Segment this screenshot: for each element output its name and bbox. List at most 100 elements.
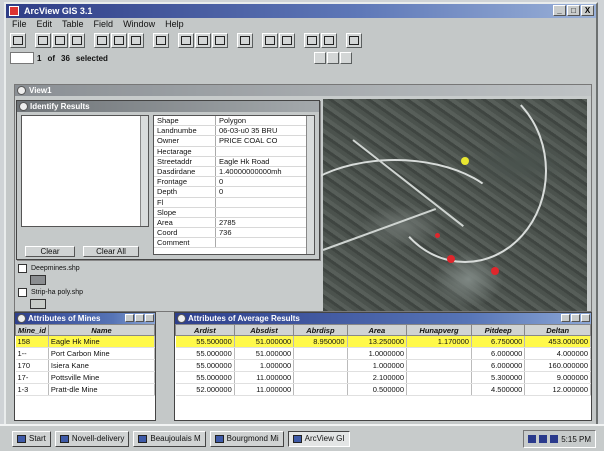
- clock[interactable]: 5:15 PM: [561, 435, 591, 444]
- legend-item[interactable]: Deepmines.shp: [18, 262, 112, 274]
- close-button[interactable]: [581, 314, 590, 322]
- identify-titlebar[interactable]: Identify Results: [17, 101, 319, 112]
- query-icon[interactable]: [178, 33, 194, 48]
- attributes-table-titlebar[interactable]: Attributes of Mines: [15, 313, 155, 324]
- column-header[interactable]: Abrdisp: [293, 324, 348, 336]
- clear-button[interactable]: Clear: [25, 246, 75, 257]
- layer-visibility-checkbox[interactable]: [18, 263, 27, 273]
- minimize-button[interactable]: _: [553, 5, 566, 16]
- attribute-row[interactable]: Dasdirdane 1.40000000000mh: [154, 166, 314, 178]
- close-button[interactable]: [145, 314, 154, 322]
- table-row[interactable]: 1-- Port Carbon Mine: [15, 347, 155, 360]
- save-icon[interactable]: [10, 33, 26, 48]
- statistics-icon[interactable]: [262, 33, 278, 48]
- column-header[interactable]: Absdist: [233, 324, 295, 336]
- table-row[interactable]: 55.000000 11.000000 2.100000 5.300000 9.0000…: [175, 371, 591, 384]
- identify-tool-icon[interactable]: [326, 52, 339, 64]
- paste-icon[interactable]: [153, 33, 169, 48]
- summarize-icon[interactable]: [279, 33, 295, 48]
- pointer-tool-icon[interactable]: [313, 52, 326, 64]
- table-row[interactable]: 55.500000 51.000000 8.950000 13.250000 1.170…: [175, 335, 591, 348]
- add-table-icon[interactable]: [35, 33, 51, 48]
- table-row[interactable]: 52.000000 11.000000 0.500000 4.500000 12.000…: [175, 383, 591, 396]
- average-results-titlebar[interactable]: Attributes of Average Results: [175, 313, 591, 324]
- table-row[interactable]: 17- Pottsville Mine: [15, 371, 155, 384]
- chart-icon[interactable]: [304, 33, 320, 48]
- column-header[interactable]: Ardist: [175, 324, 235, 336]
- list-scrollbar[interactable]: [140, 116, 148, 226]
- taskbar-button[interactable]: Bourgmond Mi: [209, 430, 284, 447]
- map-point-red[interactable]: [435, 233, 440, 238]
- attribute-row[interactable]: Shape Polygon: [154, 116, 314, 127]
- layer-visibility-checkbox[interactable]: [18, 287, 27, 297]
- column-header[interactable]: Hunapverg: [406, 324, 472, 336]
- mine-id-cell: 1--: [15, 347, 49, 360]
- column-header[interactable]: Mine_id: [15, 324, 49, 336]
- map-point-yellow[interactable]: [461, 157, 469, 165]
- attribute-row[interactable]: Streetaddr Eagle Hk Road: [154, 156, 314, 167]
- table-row[interactable]: 55.000000 1.000000 1.000000 6.000000 160.000…: [175, 359, 591, 372]
- table-row[interactable]: 55.000000 51.000000 1.0000000 6.000000 4.000…: [175, 347, 591, 360]
- clear-all-button[interactable]: Clear All: [83, 246, 139, 257]
- tray-app-icon[interactable]: [550, 435, 559, 443]
- average-results-table: Ardist Absdist Abrdisp Area Hunapverg Pitdeep…: [175, 324, 591, 396]
- map-point-red[interactable]: [447, 255, 455, 263]
- maximize-button[interactable]: [135, 314, 144, 322]
- properties-icon[interactable]: [52, 33, 68, 48]
- maximize-button[interactable]: [571, 314, 580, 322]
- copy-icon[interactable]: [128, 33, 144, 48]
- menu-field[interactable]: Field: [94, 18, 114, 30]
- column-header[interactable]: Pitdeep: [470, 324, 526, 336]
- identify-attribute-list[interactable]: Shape Polygon Landnumbe 06-03-u0 35 BRU Owne…: [153, 115, 315, 255]
- print-icon[interactable]: [94, 33, 110, 48]
- attribute-row[interactable]: Hectarage: [154, 146, 314, 157]
- attribute-scrollbar[interactable]: [306, 116, 314, 254]
- attribute-row[interactable]: Area 2785: [154, 217, 314, 229]
- attribute-row[interactable]: Owner PRICE COAL CO: [154, 136, 314, 147]
- promote-icon[interactable]: [212, 33, 228, 48]
- menu-window[interactable]: Window: [123, 18, 155, 30]
- column-header[interactable]: Name: [47, 324, 155, 336]
- help-icon[interactable]: [346, 33, 362, 48]
- attribute-row[interactable]: Fl: [154, 197, 314, 208]
- average-results-window: Attributes of Average Results Ardist Absd…: [174, 312, 592, 421]
- taskbar-button[interactable]: ArcView GI: [287, 430, 350, 447]
- taskbar-button[interactable]: Novell-delivery: [54, 430, 130, 447]
- network-icon[interactable]: [539, 435, 548, 443]
- menu-help[interactable]: Help: [165, 18, 184, 30]
- cut-icon[interactable]: [111, 33, 127, 48]
- layout-icon[interactable]: [321, 33, 337, 48]
- minimize-button[interactable]: [125, 314, 134, 322]
- menu-edit[interactable]: Edit: [37, 18, 53, 30]
- attribute-row[interactable]: Comment: [154, 238, 314, 249]
- map-canvas[interactable]: [283, 85, 587, 311]
- map-point-red[interactable]: [491, 267, 499, 275]
- app-titlebar[interactable]: ArcView GIS 3.1 _ □ X: [6, 4, 596, 18]
- taskbar-button[interactable]: Beaujoulais M: [133, 430, 206, 447]
- minimize-button[interactable]: [561, 314, 570, 322]
- table-cell: 13.250000: [347, 335, 408, 348]
- table-row[interactable]: 170 Isiera Kane: [15, 359, 155, 372]
- speaker-icon[interactable]: [528, 435, 537, 443]
- attribute-row[interactable]: Landnumbe 06-03-u0 35 BRU: [154, 126, 314, 137]
- attribute-row[interactable]: Frontage 0: [154, 177, 314, 188]
- identify-feature-list[interactable]: [21, 115, 149, 227]
- maximize-button[interactable]: □: [567, 5, 580, 16]
- menu-table[interactable]: Table: [62, 18, 84, 30]
- attribute-key: Landnumbe: [154, 126, 216, 136]
- column-header[interactable]: Area: [346, 324, 408, 336]
- column-header[interactable]: Deltan: [524, 324, 591, 336]
- table-icon[interactable]: [69, 33, 85, 48]
- sort-ascending-icon[interactable]: [237, 33, 253, 48]
- table-row[interactable]: 1-3 Pratt-dle Mine: [15, 383, 155, 396]
- close-button[interactable]: X: [581, 5, 594, 16]
- table-row[interactable]: 158 Eagle Hk Mine: [15, 335, 155, 348]
- zoom-tool-icon[interactable]: [339, 52, 352, 64]
- start-button[interactable]: Start: [12, 430, 51, 447]
- attribute-row[interactable]: Depth 0: [154, 187, 314, 198]
- attribute-row[interactable]: Slope: [154, 207, 314, 218]
- menu-file[interactable]: File: [12, 18, 27, 30]
- select-all-icon[interactable]: [195, 33, 211, 48]
- attribute-row[interactable]: Coord 736: [154, 228, 314, 239]
- legend-item[interactable]: Strip-ha poly.shp: [18, 286, 112, 298]
